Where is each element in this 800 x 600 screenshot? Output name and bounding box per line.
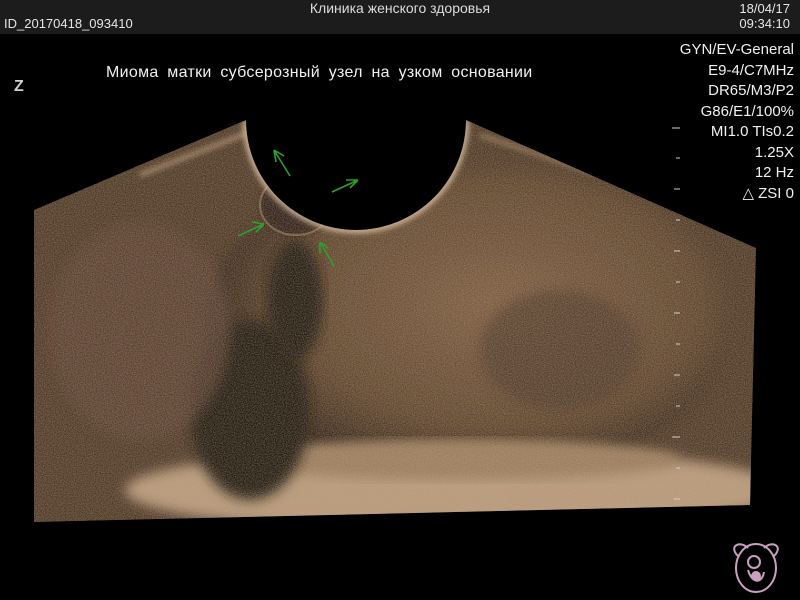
param-zsi: △ ZSI 0 (680, 184, 794, 205)
param-preset: GYN/EV-General (679, 41, 794, 58)
param-probe: E9-4/C7MHz (708, 61, 794, 79)
clinic-logo-icon (733, 543, 779, 593)
param-dr: DR65/M3/P2 (708, 82, 794, 99)
orientation-marker: Z (14, 78, 24, 95)
param-zoom: 1.25X (754, 143, 794, 161)
param-gain: G86/E1/100% (700, 102, 794, 120)
image-caption: Миома матки субсерозный узел на узком ос… (106, 64, 533, 81)
scan-parameters: GYN/EV-General E9-4/C7MHz DR65/M3/P2 G86… (680, 40, 794, 204)
param-mi-tis: MI1.0 TIs0.2 (710, 123, 794, 140)
param-frame-rate: 12 Hz (754, 164, 794, 181)
zsi-value: ZSI 0 (758, 184, 794, 202)
zsi-triangle-icon: △ (742, 184, 759, 202)
